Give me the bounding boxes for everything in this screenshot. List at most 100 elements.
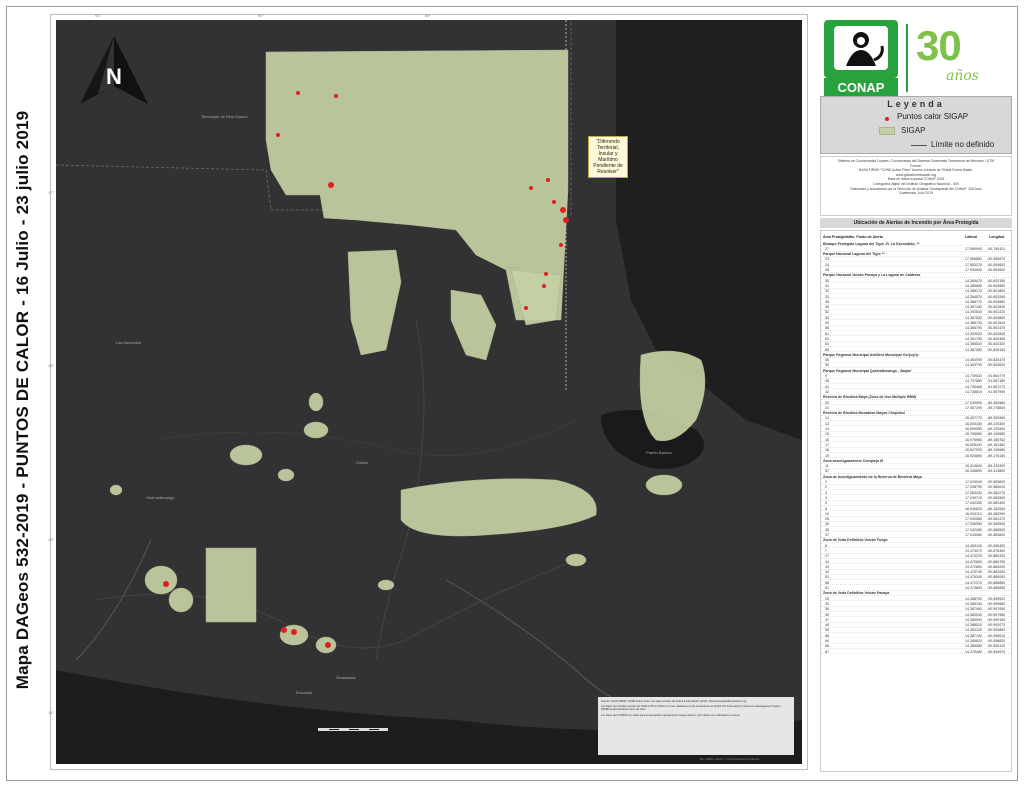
cell-area: 8: [825, 506, 827, 511]
cell-lat: 16.346890: [965, 469, 982, 474]
cell-lon: -89.413800: [987, 469, 1006, 474]
graticule-left-label: 14°: [48, 710, 55, 715]
cell-area: 58: [825, 633, 829, 638]
cell-area: Reserva de Biosfera Montañas Mayas Chiqu…: [823, 411, 905, 416]
cell-area: Parque Nacional Laguna del Tigre **: [823, 252, 885, 257]
cell-lon: -90.597980: [987, 612, 1006, 617]
cell-lon: -90.602260: [987, 294, 1006, 299]
cell-lat: 14.739020: [965, 374, 982, 379]
cell-lon: -90.580600: [987, 527, 1006, 532]
cell-area: 26: [825, 522, 829, 527]
heat-point-legend-icon: [885, 117, 889, 121]
cell-lat: 14.393000: [965, 331, 982, 336]
cell-lon: -90.884000: [987, 564, 1006, 569]
heat-point: [334, 94, 338, 98]
cell-lon: -90.599150: [987, 617, 1006, 622]
cell-lat: 14.387160: [965, 305, 982, 310]
place-label: Guatemala: [336, 675, 356, 680]
cell-lon: -90.602840: [987, 305, 1006, 310]
monkey-logo-icon: [834, 26, 888, 70]
cell-area: Parque Regional Municipal Astillero Muni…: [823, 352, 919, 357]
header-lon: Longitud: [989, 235, 1005, 239]
cell-lat: 14.473070: [965, 548, 982, 553]
cell-lon: -89.278840: [987, 405, 1006, 410]
cell-area: 61: [825, 586, 829, 591]
cell-lat: 17.038790: [965, 485, 982, 490]
cell-area: 37: [825, 533, 829, 538]
alerts-table[interactable]: Área Protegida/No. Punto de Alerta Latit…: [820, 230, 1012, 772]
cell-area: 30: [825, 278, 829, 283]
cell-lat: 17.036950: [965, 522, 982, 527]
cell-lon: -90.599660: [987, 601, 1006, 606]
cell-lat: 14.389470: [965, 278, 982, 283]
cell-area: 28: [825, 379, 829, 384]
sigap-area-small-5: [277, 468, 295, 482]
cell-lon: -89.199980: [987, 448, 1006, 453]
legend: Leyenda Puntos calor SIGAP SIGAP Límite …: [820, 96, 1012, 154]
cell-lat: 14.388750: [965, 596, 982, 601]
anniversary-number: 30: [916, 22, 962, 69]
cell-lat: 14.475740: [965, 570, 982, 575]
cell-area: Biotopo Protegido Laguna del Tigre -R. L…: [823, 241, 920, 246]
cell-lon: -90.605153: [987, 347, 1006, 352]
territorial-dispute-callout: "Diferendo Territorial, Insular y Maríti…: [588, 136, 628, 178]
cell-area: 54: [825, 321, 829, 326]
heat-point: [276, 133, 280, 137]
cell-lat: 14.389080: [965, 644, 982, 649]
cell-area: Parque Nacional Volcán Pacaya y La Lagun…: [823, 273, 921, 278]
cell-lon: -90.602220: [987, 310, 1006, 315]
cell-lon: -90.820470: [987, 358, 1006, 363]
cell-lon: -90.580610: [987, 485, 1006, 490]
cell-lat: 14.745460: [965, 384, 982, 389]
cell-area: 15: [825, 432, 829, 437]
cell-lon: -90.603880: [987, 299, 1006, 304]
cell-lon: -90.555970: [987, 257, 1006, 262]
cell-area: 21: [825, 405, 829, 410]
heat-point: [563, 217, 569, 223]
cell-lat: 14.384570: [965, 294, 982, 299]
cell-area: 63: [825, 342, 829, 347]
cell-lon: -91.567272: [987, 384, 1006, 389]
cell-lat: 14.474220: [965, 554, 982, 559]
cell-lon: -90.882053: [987, 570, 1006, 575]
north-letter: N: [106, 64, 122, 89]
cell-lon: -90.583400: [987, 501, 1006, 506]
cell-lat: 16.313600: [965, 464, 982, 469]
cell-lat: 16.940620: [965, 506, 982, 511]
cell-lon: -90.592073: [987, 623, 1006, 628]
cell-lat: 14.391750: [965, 336, 982, 341]
cell-lon: -90.603850: [987, 283, 1006, 288]
cell-lon: -90.599922: [987, 596, 1006, 601]
cell-lat: 14.463140: [965, 543, 982, 548]
cell-area: 43: [825, 564, 829, 569]
cell-area: 33: [825, 294, 829, 299]
cell-lat: 14.387190: [965, 633, 982, 638]
cell-area: 32: [825, 601, 829, 606]
cell-lon: -90.595120: [987, 644, 1006, 649]
cell-area: Zona de Amortiguamiento de la Reserva de…: [823, 474, 923, 479]
cell-area: 14: [825, 427, 829, 432]
heat-point: [325, 642, 331, 648]
cell-lat: 17.039710: [965, 495, 982, 500]
map-svg: [56, 20, 802, 764]
cell-area: 41: [825, 384, 829, 389]
cell-lon: -90.878300: [987, 548, 1006, 553]
place-label: Escuintla: [296, 690, 313, 695]
cell-area: 2: [825, 485, 827, 490]
cell-lat: 16.847530: [965, 448, 982, 453]
cell-lon: -91.567990: [987, 389, 1006, 394]
cell-lat: 14.387530: [965, 315, 982, 320]
cell-lat: 14.385880: [965, 283, 982, 288]
cell-lat: 17.043040: [965, 480, 982, 485]
cell-lon: -89.181362: [987, 442, 1006, 447]
cell-lat: 17.039900: [965, 400, 982, 405]
cell-lon: -90.601853: [987, 289, 1006, 294]
cell-lon: -90.886860: [987, 580, 1006, 585]
cell-area: 23: [825, 257, 829, 262]
cell-lon: -90.594970: [987, 649, 1006, 654]
cell-lat: 17.043080: [965, 533, 982, 538]
map-canvas[interactable]: Tenosique de Pino Suárez Las Mercedes Do…: [56, 20, 802, 764]
cell-lat: 14.385820: [965, 639, 982, 644]
note-line: Guatemala, Julio 2019: [899, 191, 933, 196]
cell-area: 24: [825, 262, 829, 267]
